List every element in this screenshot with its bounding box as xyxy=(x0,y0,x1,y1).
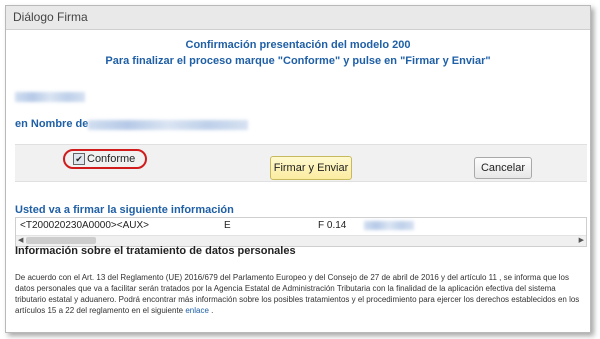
info-cell-code: <T200020230A0000><AUX> xyxy=(20,220,149,231)
redacted-info xyxy=(364,221,414,230)
firmar-enviar-button[interactable]: Firmar y Enviar xyxy=(270,156,352,180)
privacy-text-end: . xyxy=(211,306,214,315)
scroll-thumb[interactable] xyxy=(26,237,96,244)
privacy-text-block: De acuerdo con el Art. 13 del Reglamento… xyxy=(15,272,585,316)
privacy-title: Información sobre el tratamiento de dato… xyxy=(15,245,296,257)
scroll-right-icon[interactable]: ▶ xyxy=(579,236,584,246)
conforme-checkbox[interactable]: ✔ Conforme xyxy=(63,149,147,169)
checkbox-check-icon[interactable]: ✔ xyxy=(73,153,85,165)
conforme-label: Conforme xyxy=(87,153,136,165)
privacy-text: De acuerdo con el Art. 13 del Reglamento… xyxy=(15,273,580,315)
cancel-button[interactable]: Cancelar xyxy=(474,157,532,179)
header-block: Confirmación presentación del modelo 200… xyxy=(6,37,590,69)
info-box[interactable]: <T200020230A0000><AUX> E F 0.14 ◀ ▶ xyxy=(15,217,587,247)
info-cell-type: E xyxy=(224,220,231,231)
firmar-info-title: Usted va a firmar la siguiente informaci… xyxy=(15,204,234,216)
enlace-link[interactable]: enlace xyxy=(185,306,209,315)
info-cell-version: F 0.14 xyxy=(318,220,347,231)
signature-dialog: Diálogo Firma Confirmación presentación … xyxy=(5,5,591,333)
dialog-title: Diálogo Firma xyxy=(6,6,590,30)
header-line-2: Para finalizar el proceso marque "Confor… xyxy=(105,55,491,67)
header-line-1: Confirmación presentación del modelo 200 xyxy=(185,39,411,51)
redacted-name xyxy=(15,92,85,102)
redacted-nombre xyxy=(88,120,248,130)
nombre-label: en Nombre de xyxy=(15,118,89,130)
